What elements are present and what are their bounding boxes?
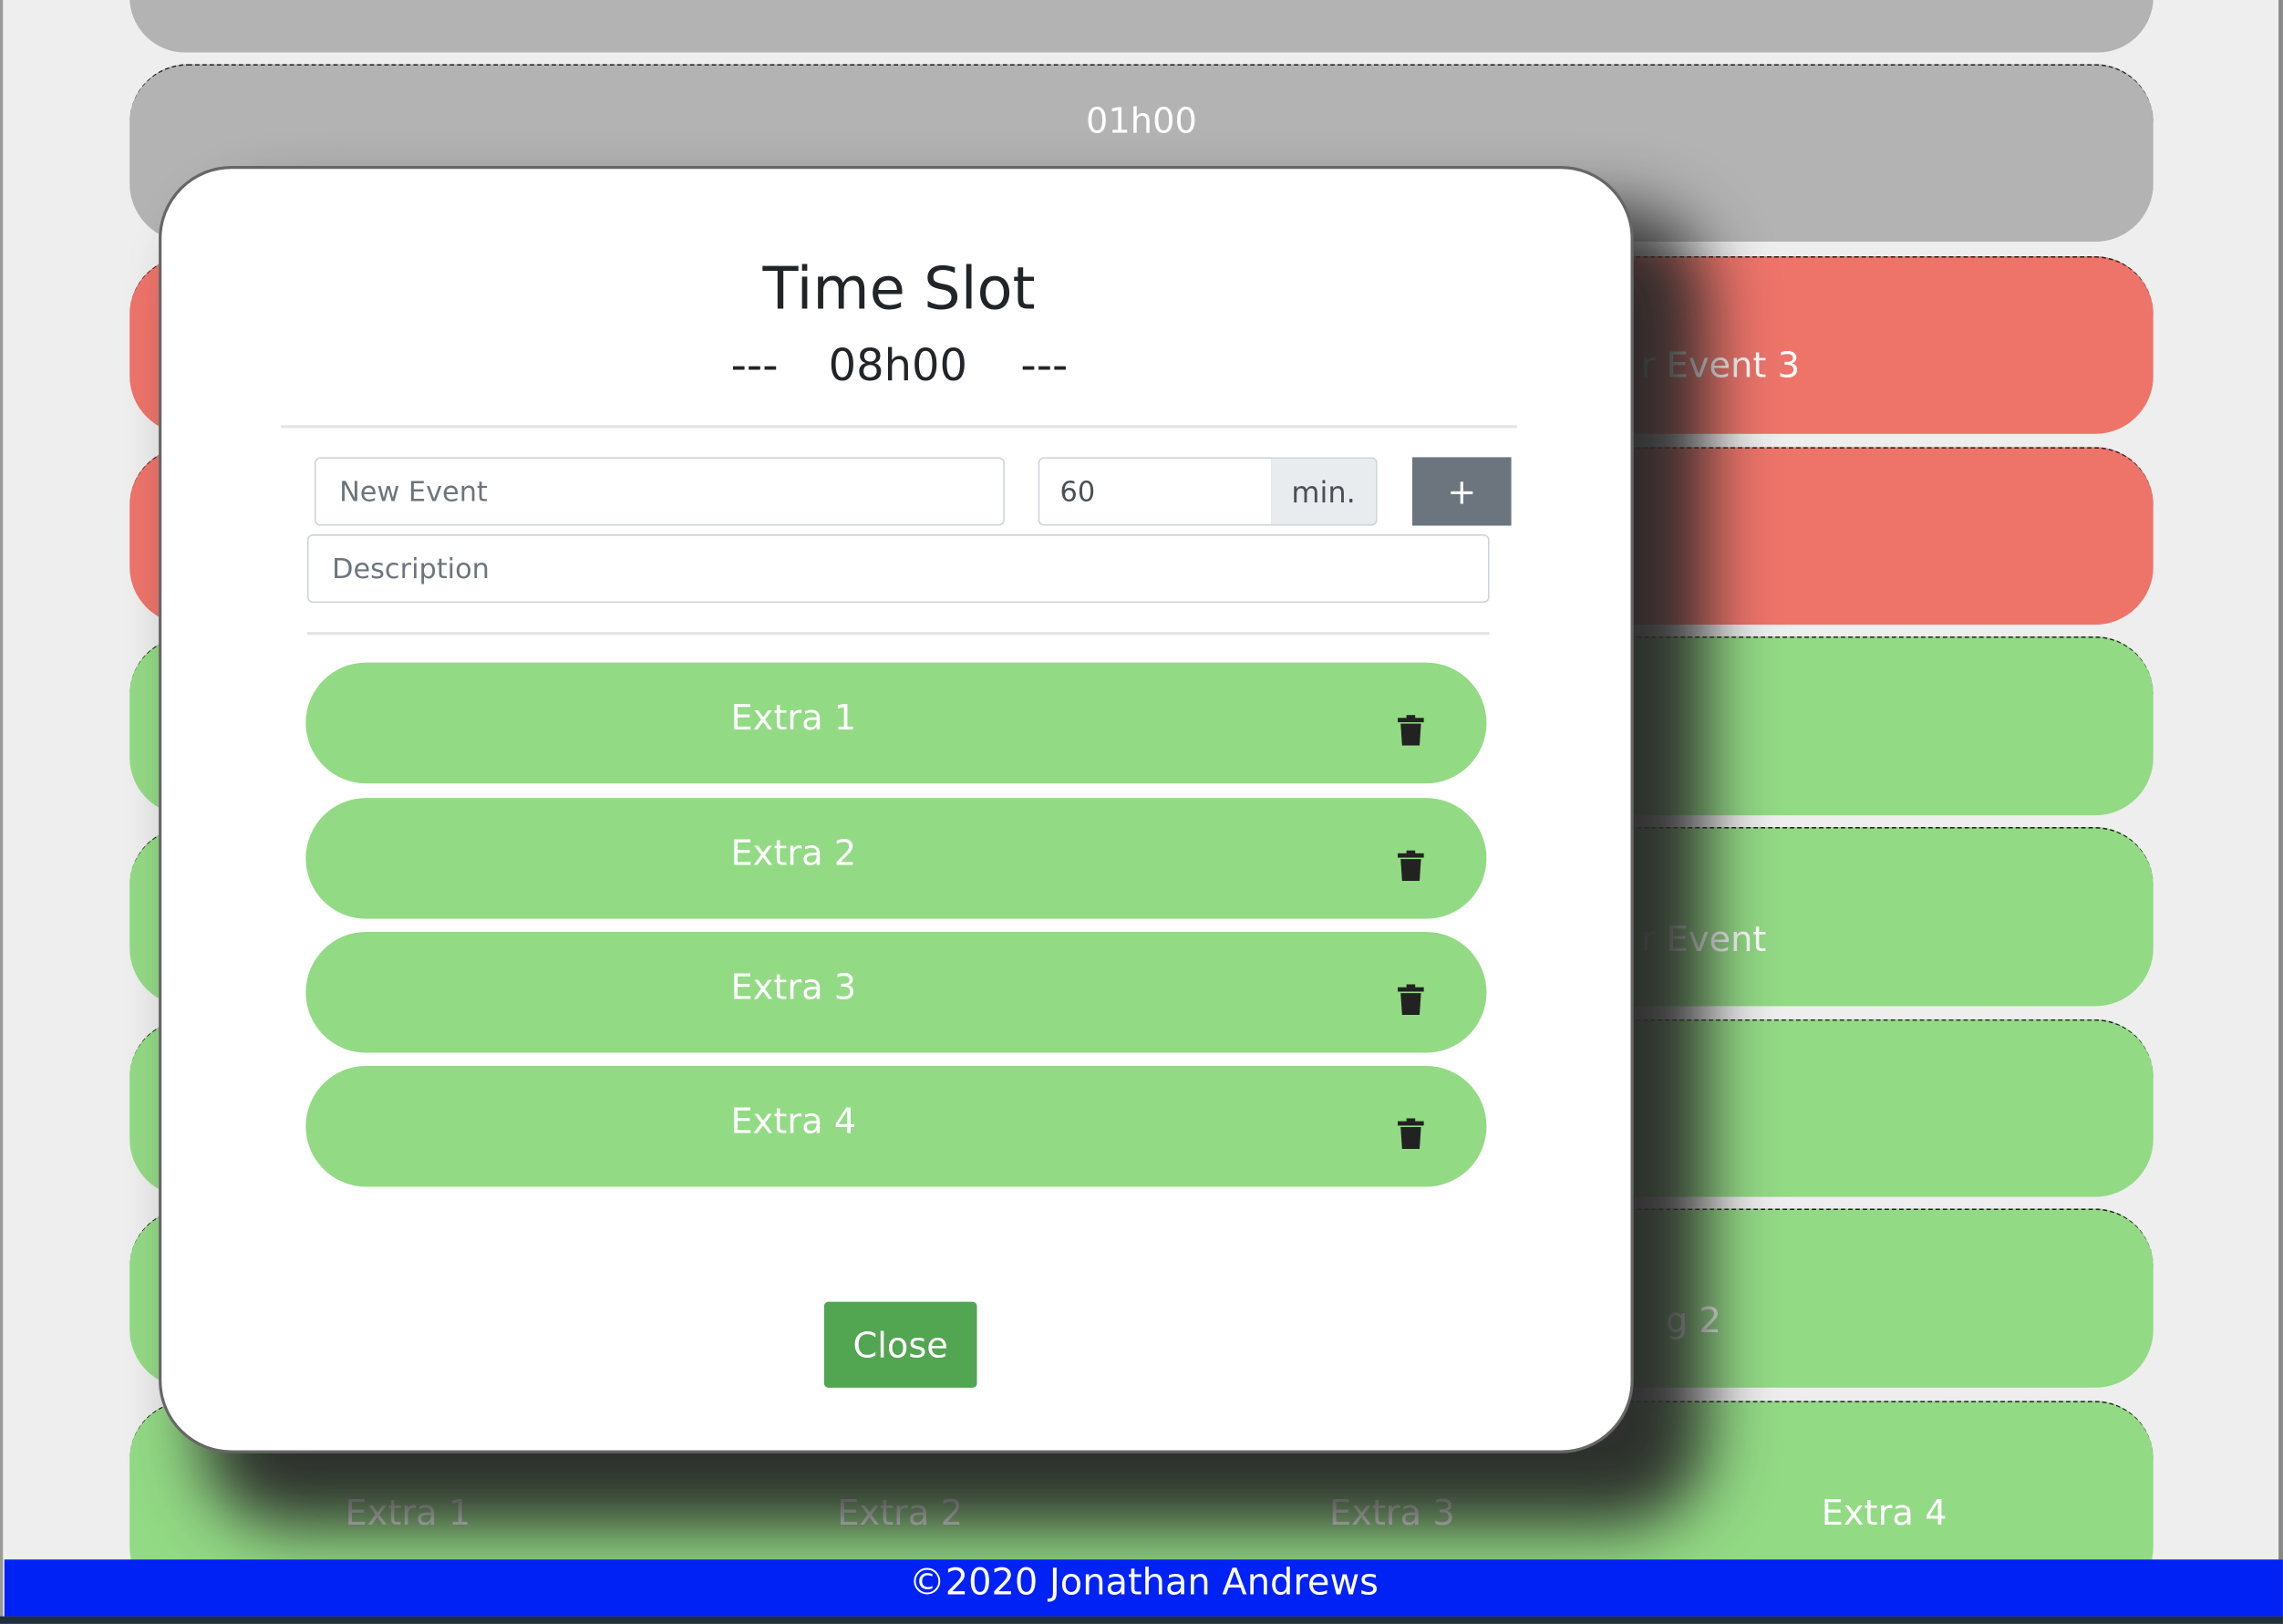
- slot-time: 08h00: [828, 340, 967, 392]
- event-label: Extra 1: [730, 697, 857, 739]
- event-label: Extra 4: [730, 1101, 857, 1142]
- extra-label[interactable]: Extra 1: [345, 1493, 470, 1534]
- page: 01h00 r Event 3 r Event g 2 Extra 1 Extr…: [0, 0, 2283, 1624]
- event-label: r Event: [1640, 918, 1767, 960]
- event-label: g 2: [1665, 1300, 1721, 1341]
- subtitle-dashes-right: ---: [1020, 340, 1069, 392]
- trash-icon[interactable]: [1398, 1118, 1424, 1149]
- trash-icon[interactable]: [1398, 984, 1424, 1016]
- event-label: Extra 3: [730, 967, 857, 1009]
- trash-icon[interactable]: [1398, 850, 1424, 882]
- trash-icon[interactable]: [1398, 715, 1424, 746]
- extra-label[interactable]: Extra 4: [1822, 1493, 1947, 1534]
- extra-label[interactable]: Extra 2: [837, 1493, 963, 1534]
- event-label: r Event 3: [1640, 345, 1801, 387]
- close-button[interactable]: Close: [823, 1301, 977, 1388]
- add-event-button[interactable]: +: [1411, 457, 1512, 526]
- subtitle-dashes-left: ---: [730, 340, 779, 392]
- event-name-input[interactable]: New Event: [314, 457, 1005, 526]
- extra-label[interactable]: Extra 3: [1329, 1493, 1455, 1534]
- description-input[interactable]: Description: [306, 534, 1490, 604]
- time-slot-row[interactable]: [129, 0, 2154, 53]
- divider: [281, 425, 1517, 429]
- time-slot-label: 01h00: [1086, 100, 1197, 141]
- duration-input[interactable]: 60: [1038, 457, 1273, 526]
- window-edge: [0, 0, 4, 1617]
- event-item[interactable]: Extra 4: [305, 1065, 1487, 1187]
- duration-unit: min.: [1271, 457, 1378, 526]
- window-edge: [2278, 0, 2283, 1560]
- event-label: Extra 2: [730, 833, 857, 874]
- divider: [306, 632, 1490, 636]
- event-item[interactable]: Extra 3: [305, 932, 1487, 1053]
- modal-title: Time Slot: [762, 256, 1036, 324]
- taskbar: [0, 1616, 2283, 1624]
- event-item[interactable]: Extra 2: [305, 798, 1487, 919]
- event-item[interactable]: Extra 1: [305, 662, 1487, 784]
- time-slot-modal: Time Slot --- 08h00 --- New Event 60 min…: [159, 166, 1634, 1453]
- footer: ©2020 Jonathan Andrews: [4, 1559, 2283, 1617]
